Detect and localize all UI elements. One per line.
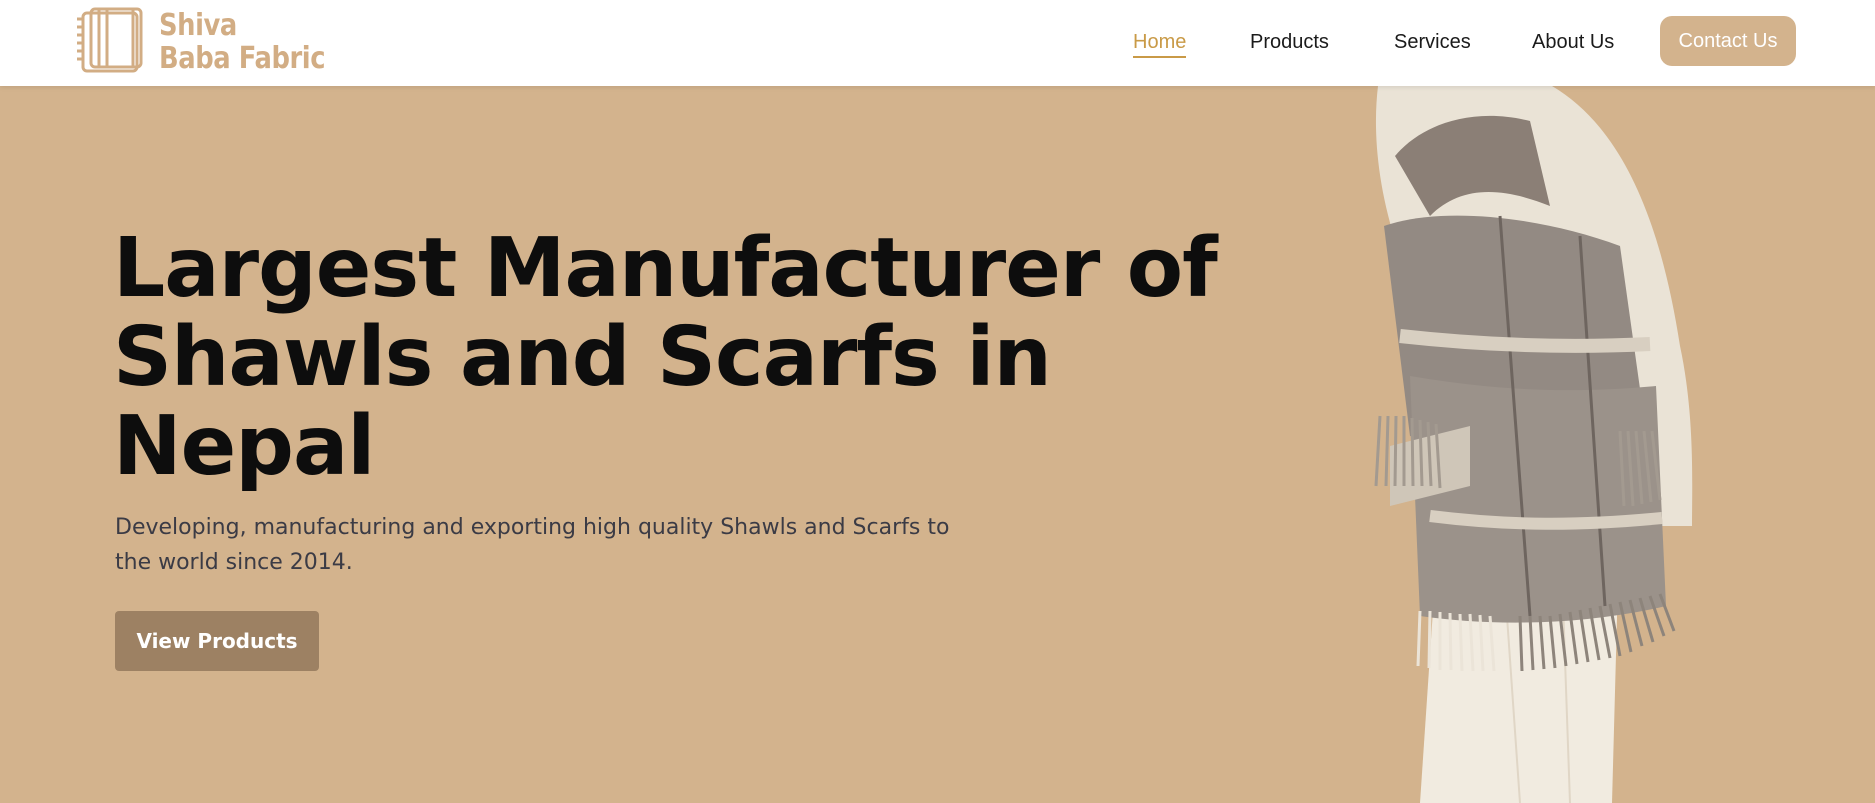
nav-link-about-us[interactable]: About Us (1532, 28, 1614, 56)
nav-link-services[interactable]: Services (1394, 28, 1471, 56)
site-logo[interactable]: Shiva Baba Fabric (75, 7, 350, 77)
brand-name-line-1: Shiva (159, 8, 237, 43)
hero-subtitle: Developing, manufacturing and exporting … (115, 515, 950, 575)
folded-fabric-icon (77, 7, 143, 73)
view-products-button[interactable]: View Products (115, 611, 319, 671)
top-navbar: Shiva Baba Fabric Home Products Services… (0, 0, 1875, 86)
shawl-model-image (1374, 86, 1693, 803)
nav-link-home[interactable]: Home (1133, 28, 1187, 58)
nav-link-products[interactable]: Products (1250, 28, 1329, 56)
brand-name-line-2: Baba Fabric (159, 41, 326, 76)
hero-title: Largest Manufacturer of Shawls and Scarf… (113, 221, 1218, 494)
contact-us-button[interactable]: Contact Us (1660, 16, 1796, 66)
brand-name: Shiva Baba Fabric (159, 9, 325, 75)
